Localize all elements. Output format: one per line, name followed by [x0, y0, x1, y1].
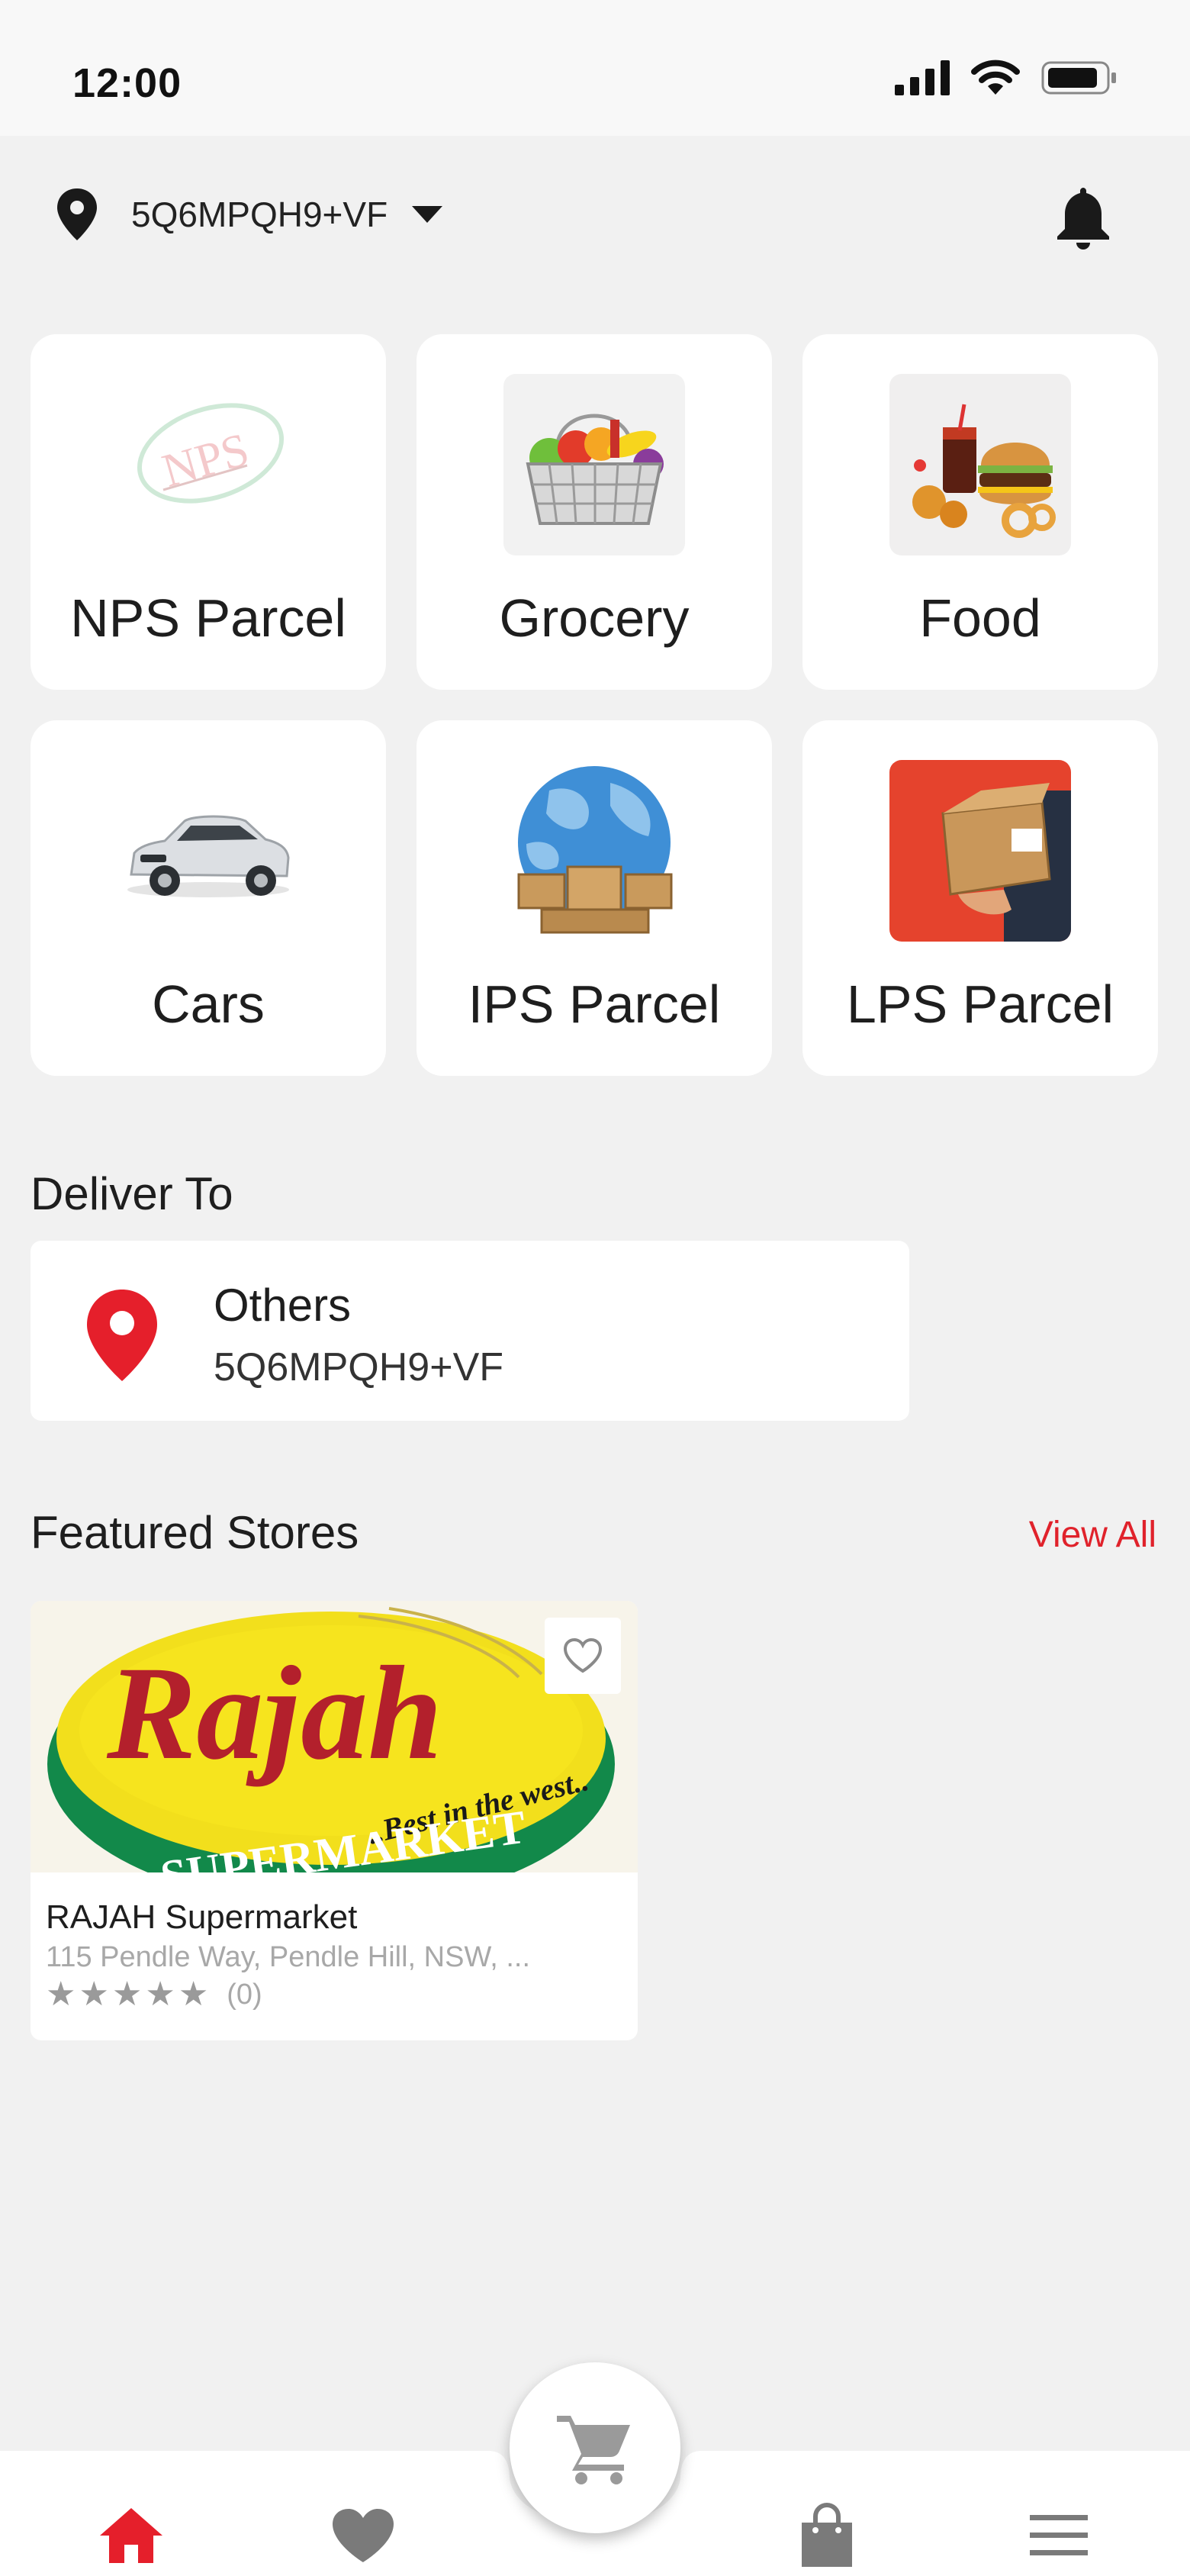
deliver-to-card[interactable]: Others 5Q6MPQH9+VF: [31, 1241, 909, 1421]
heart-icon: [333, 2509, 394, 2562]
category-nps-parcel[interactable]: NPS NPS Parcel: [31, 334, 386, 690]
store-address: 115 Pendle Way, Pendle Hill, NSW, ...: [46, 1941, 531, 1973]
category-food[interactable]: Food: [802, 334, 1158, 690]
heart-outline-icon: [563, 1637, 603, 1673]
star-icon: ★: [178, 1975, 209, 2013]
deliver-to-title: Deliver To: [31, 1168, 233, 1219]
star-icon: ★: [79, 1975, 109, 2013]
status-time: 12:00: [72, 60, 182, 106]
view-all-link[interactable]: View All: [1029, 1514, 1156, 1556]
deliver-type: Others: [214, 1280, 352, 1331]
wifi-icon: [971, 60, 1020, 95]
battery-icon: [1041, 61, 1116, 95]
category-grocery[interactable]: Grocery: [416, 334, 772, 690]
location-marker-icon: [87, 1290, 157, 1381]
cart-button[interactable]: [510, 2362, 680, 2533]
category-label: LPS Parcel: [846, 974, 1114, 1034]
category-label: Cars: [152, 974, 265, 1034]
food-burger-image: [889, 374, 1071, 555]
location-selector[interactable]: 5Q6MPQH9+VF: [55, 187, 444, 242]
featured-stores-title: Featured Stores: [31, 1507, 359, 1558]
courier-box-image: [889, 760, 1071, 942]
category-ips-parcel[interactable]: IPS Parcel: [416, 720, 772, 1076]
star-icon: ★: [46, 1975, 76, 2013]
location-code: 5Q6MPQH9+VF: [131, 195, 388, 234]
category-label: IPS Parcel: [468, 974, 721, 1034]
category-label: NPS Parcel: [70, 588, 346, 648]
category-label: Food: [919, 588, 1041, 648]
star-icon: ★: [145, 1975, 175, 2013]
store-name: RAJAH Supermarket: [46, 1898, 358, 1936]
grocery-basket-image: [503, 374, 685, 555]
store-card[interactable]: Rajah ..Best in the west.. SUPERMARKET R…: [31, 1601, 638, 2040]
nav-home[interactable]: [93, 2501, 169, 2570]
cart-icon: [557, 2416, 630, 2484]
bag-icon: [802, 2503, 852, 2567]
status-bar: 12:00: [0, 0, 1190, 136]
star-icon: ★: [111, 1975, 143, 2013]
deliver-address: 5Q6MPQH9+VF: [214, 1345, 504, 1389]
store-rating: ★ ★ ★ ★ ★ (0): [46, 1978, 262, 2011]
category-label: Grocery: [499, 588, 690, 648]
favorite-button[interactable]: [545, 1618, 621, 1694]
signal-icon: [895, 60, 950, 95]
caret-down-icon: [412, 206, 443, 223]
globe-parcels-image: [503, 760, 685, 942]
home-icon: [100, 2508, 162, 2563]
menu-icon: [1030, 2515, 1088, 2555]
nav-favorites[interactable]: [325, 2501, 401, 2570]
category-grid: NPS NPS Parcel Grocery Food Cars IPS Par…: [31, 334, 1159, 1076]
category-cars[interactable]: Cars: [31, 720, 386, 1076]
nav-menu[interactable]: [1021, 2501, 1097, 2570]
status-icons: [895, 60, 1118, 96]
nav-orders[interactable]: [789, 2501, 865, 2570]
rating-count: (0): [227, 1978, 262, 2011]
category-lps-parcel[interactable]: LPS Parcel: [802, 720, 1158, 1076]
store-logo-text: Rajah: [106, 1639, 442, 1788]
nps-logo-image: NPS: [117, 374, 299, 555]
location-pin-icon: [57, 188, 97, 240]
car-image: [117, 760, 299, 942]
bell-icon[interactable]: [1053, 183, 1114, 252]
